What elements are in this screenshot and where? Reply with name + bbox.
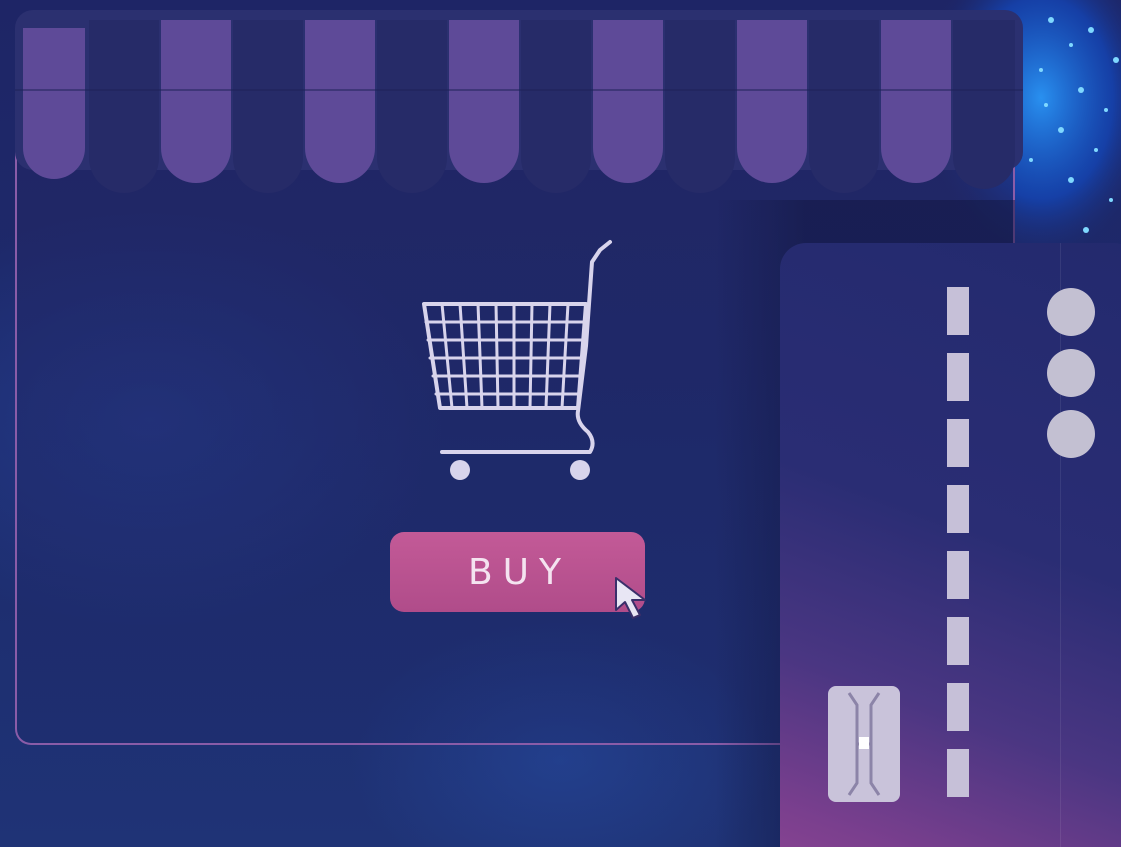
mouse-pointer-icon bbox=[615, 577, 646, 619]
card-dot bbox=[1047, 410, 1095, 458]
credit-card bbox=[780, 243, 1121, 847]
shopping-cart-icon bbox=[422, 240, 612, 480]
card-stripe-segment bbox=[947, 749, 969, 797]
card-stripe-segment bbox=[947, 419, 969, 467]
payment-scene: BUY bbox=[0, 0, 1121, 847]
card-stripe-segment bbox=[947, 287, 969, 335]
store-awning bbox=[15, 10, 1023, 193]
card-stripe-segment bbox=[947, 485, 969, 533]
card-stripe-segment bbox=[947, 683, 969, 731]
card-stripe-segment bbox=[947, 551, 969, 599]
card-chip-icon bbox=[828, 686, 900, 802]
card-stripe-segment bbox=[947, 617, 969, 665]
card-dot bbox=[1047, 349, 1095, 397]
card-dot bbox=[1047, 288, 1095, 336]
card-stripe-segment bbox=[947, 353, 969, 401]
buy-button[interactable]: BUY bbox=[390, 532, 645, 612]
